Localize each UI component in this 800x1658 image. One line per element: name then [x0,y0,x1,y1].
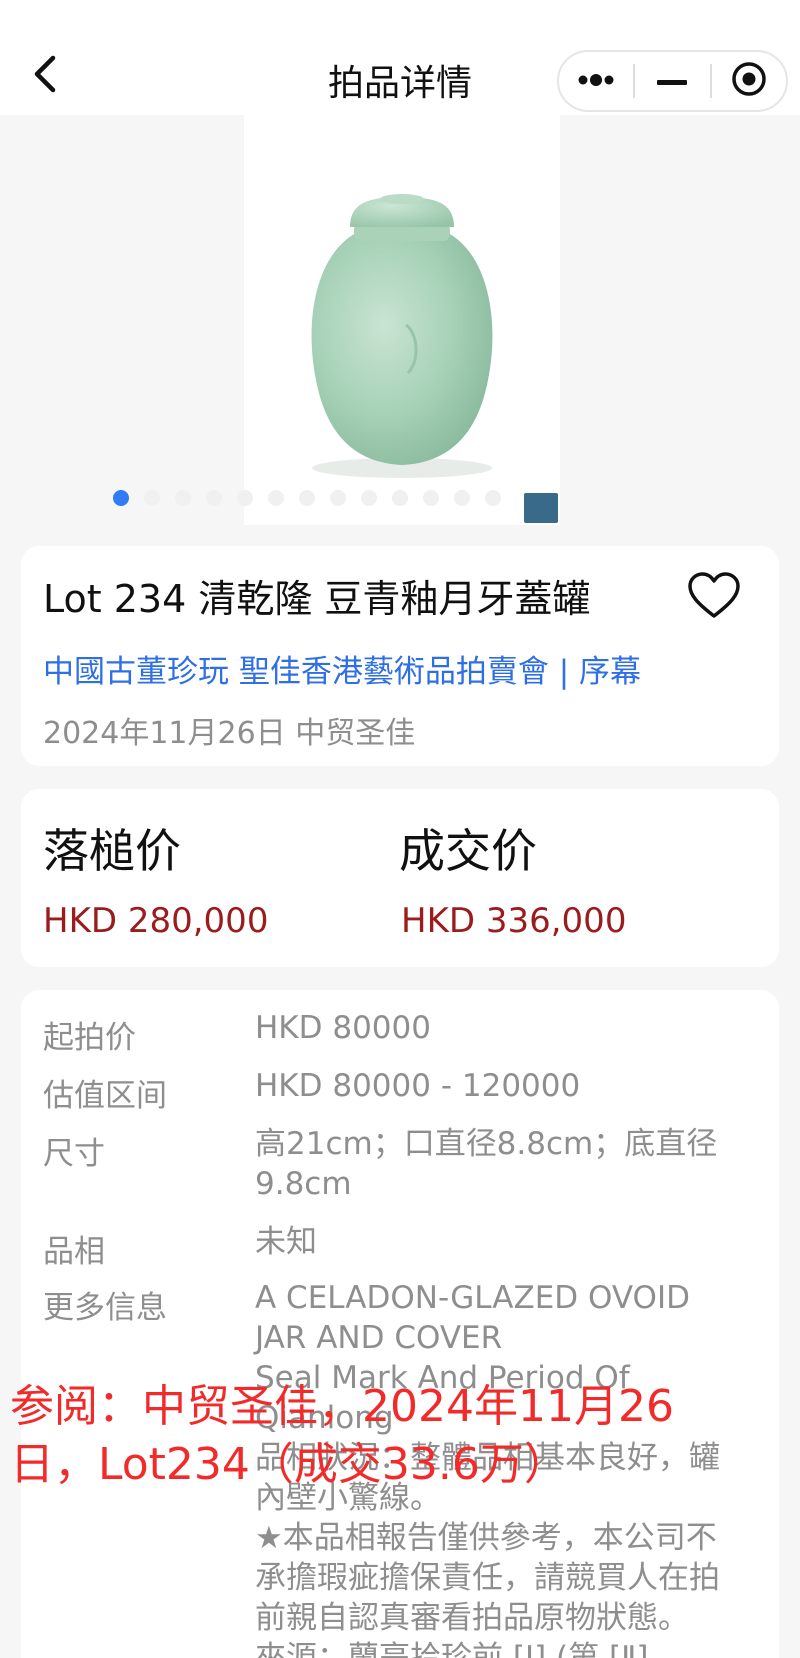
size-value: 高21cm；口直径8.8cm；底直径9.8cm [255,1126,718,1202]
pagination-dot[interactable] [423,490,439,506]
pagination-dot[interactable] [299,490,315,506]
pagination-dot[interactable] [206,490,222,506]
more-info-line: 來源：蘭亭拾珍前 [Ⅰ] (第 [Ⅱ] [255,1640,649,1658]
close-target-icon [731,61,767,101]
mini-program-capsule [557,50,788,112]
pagination-dot[interactable] [175,490,191,506]
more-info-label: 更多信息 [43,1290,167,1326]
hammer-price-value: HKD 280,000 [43,901,269,941]
more-dots-icon [576,72,616,91]
minimize-icon [657,72,688,91]
heart-outline-icon [687,571,741,625]
price-card: 落槌价 成交价 HKD 280,000 HKD 336,000 [21,789,779,967]
pagination-dot[interactable] [113,490,129,506]
close-button[interactable] [712,52,786,110]
reference-annotation: 参阅：中贸圣佳，2024年11月26 日，Lot234（成交33.6万） [10,1378,674,1494]
gallery-pagination [113,490,516,506]
more-info-line: A CELADON-GLAZED OVOID [255,1280,690,1316]
start-price-value: HKD 80000 [255,1010,431,1046]
more-info-line: 前親自認真審看拍品原物狀態。 [255,1600,689,1636]
pagination-dot[interactable] [361,490,377,506]
pagination-dot[interactable] [454,490,470,506]
final-price-value: HKD 336,000 [401,901,627,941]
reference-annotation-line: 参阅：中贸圣佳，2024年11月26 [10,1381,674,1432]
lot-info-card: Lot 234 清乾隆 豆青釉月牙蓋罐 中國古董珍玩 聖佳香港藝術品拍賣會 | … [21,546,779,766]
reference-annotation-line: 日，Lot234（成交33.6万） [10,1439,568,1490]
seal-mark-thumbnail [524,493,558,523]
final-price-label: 成交价 [399,824,537,878]
condition-label: 品相 [43,1234,105,1270]
celadon-jar-photo [311,194,493,478]
minimize-button[interactable] [635,52,709,110]
pagination-dot[interactable] [392,490,408,506]
lot-title: Lot 234 清乾隆 豆青釉月牙蓋罐 [43,577,591,621]
auction-session-link[interactable]: 中國古董珍玩 聖佳香港藝術品拍賣會 | 序幕 [43,646,641,691]
auction-date-house: 2024年11月26日 中贸圣佳 [43,716,416,751]
start-price-label: 起拍价 [43,1020,136,1056]
pagination-dot[interactable] [330,490,346,506]
pagination-dot[interactable] [144,490,160,506]
top-nav-bar: 拍品详情 [0,0,800,115]
more-info-line: 承擔瑕疵擔保責任，請競買人在拍 [255,1560,720,1596]
pagination-dot[interactable] [485,490,501,506]
lot-photo[interactable] [244,115,560,525]
size-label: 尺寸 [43,1136,105,1172]
pagination-dot[interactable] [268,490,284,506]
more-info-line: JAR AND COVER [255,1320,503,1356]
image-gallery[interactable] [0,115,800,525]
estimate-label: 估值区间 [43,1078,167,1114]
hammer-price-label: 落槌价 [43,824,181,878]
estimate-value: HKD 80000 - 120000 [255,1068,581,1104]
more-button[interactable] [559,52,633,110]
lot-details-card: 起拍价 HKD 80000 估值区间 HKD 80000 - 120000 尺寸… [21,990,779,1658]
favorite-button[interactable] [681,568,747,628]
pagination-dot[interactable] [237,490,253,506]
more-info-line: ★本品相報告僅供參考，本公司不 [255,1520,717,1556]
condition-value: 未知 [255,1224,317,1260]
